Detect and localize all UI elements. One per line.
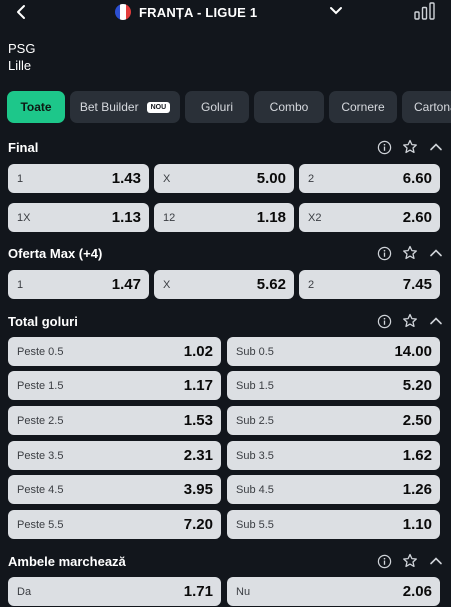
odd-button[interactable]: 2 7.45 [299, 270, 440, 299]
tab-bet-builder[interactable]: Bet Builder NOU [70, 91, 180, 123]
tab-cornere[interactable]: Cornere [329, 91, 397, 123]
odd-button-over[interactable]: Peste 0.5 1.02 [8, 337, 221, 366]
odd-button-over[interactable]: Peste 1.5 1.17 [8, 371, 221, 400]
odd-button-over[interactable]: Peste 4.5 3.95 [8, 475, 221, 504]
odd-button-under[interactable]: Sub 2.5 2.50 [227, 406, 440, 435]
star-icon[interactable] [402, 139, 418, 155]
away-team: Lille [8, 58, 32, 73]
star-icon[interactable] [402, 313, 418, 329]
section-title-oferta-max: Oferta Max (+4) [8, 246, 103, 261]
odd-button-over[interactable]: Peste 5.5 7.20 [8, 510, 221, 539]
star-icon[interactable] [402, 553, 418, 569]
tab-toate[interactable]: Toate [7, 91, 65, 123]
back-arrow-icon[interactable] [12, 2, 32, 22]
section-title-final: Final [8, 140, 39, 155]
bar-chart-icon[interactable] [414, 2, 436, 20]
odd-button-over[interactable]: Peste 2.5 1.53 [8, 406, 221, 435]
france-flag-icon [115, 4, 131, 20]
odd-button-under[interactable]: Sub 4.5 1.26 [227, 475, 440, 504]
section-actions-ambele-marcheaza [377, 553, 444, 569]
tab-combo[interactable]: Combo [254, 91, 324, 123]
odd-button[interactable]: 2 6.60 [299, 164, 440, 193]
odd-button[interactable]: 1 1.47 [8, 270, 149, 299]
odd-button-over[interactable]: Peste 3.5 2.31 [8, 441, 221, 470]
info-icon[interactable] [377, 554, 392, 569]
odd-button[interactable]: 1X 1.13 [8, 203, 149, 232]
league-selector[interactable]: FRANȚA - LIGUE 1 [115, 2, 257, 22]
new-badge: NOU [146, 101, 171, 113]
info-icon[interactable] [377, 314, 392, 329]
odd-button-nu[interactable]: Nu 2.06 [227, 577, 440, 606]
star-icon[interactable] [402, 245, 418, 261]
section-title-total-goluri: Total goluri [8, 314, 78, 329]
tab-cartonase[interactable]: Cartonaș [402, 91, 451, 123]
odd-button-under[interactable]: Sub 5.5 1.10 [227, 510, 440, 539]
chevron-up-icon[interactable] [428, 313, 444, 329]
tab-goluri[interactable]: Goluri [185, 91, 249, 123]
odd-button[interactable]: X2 2.60 [299, 203, 440, 232]
section-title-ambele-marcheaza: Ambele marchează [8, 554, 126, 569]
odd-button-under[interactable]: Sub 3.5 1.62 [227, 441, 440, 470]
market-tabs: Toate Bet Builder NOU Goluri Combo Corner… [7, 91, 451, 123]
section-actions-total-goluri [377, 313, 444, 329]
chevron-down-icon[interactable] [327, 2, 345, 20]
odd-button[interactable]: X 5.00 [154, 164, 294, 193]
info-icon[interactable] [377, 246, 392, 261]
top-bar: FRANȚA - LIGUE 1 [0, 0, 451, 26]
match-teams: PSG Lille [8, 40, 35, 74]
chevron-up-icon[interactable] [428, 139, 444, 155]
info-icon[interactable] [377, 140, 392, 155]
league-title: FRANȚA - LIGUE 1 [139, 4, 258, 20]
odd-button-under[interactable]: Sub 1.5 5.20 [227, 371, 440, 400]
home-team: PSG [8, 41, 36, 56]
odd-button-under[interactable]: Sub 0.5 14.00 [227, 337, 440, 366]
chevron-up-icon[interactable] [428, 553, 444, 569]
odd-button[interactable]: 12 1.18 [154, 203, 294, 232]
odd-button-da[interactable]: Da 1.71 [8, 577, 221, 606]
section-actions-final [377, 139, 444, 155]
section-actions-oferta-max [377, 245, 444, 261]
odd-button[interactable]: X 5.62 [154, 270, 294, 299]
chevron-up-icon[interactable] [428, 245, 444, 261]
odd-button[interactable]: 1 1.43 [8, 164, 149, 193]
